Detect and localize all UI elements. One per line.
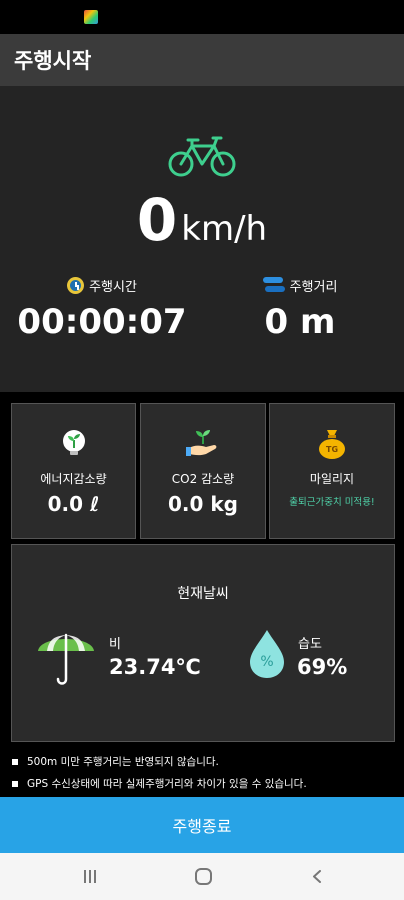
water-drop-icon: % xyxy=(250,630,284,678)
bullet-icon xyxy=(12,780,18,787)
co2-reduction-value: 0.0 kg xyxy=(167,492,238,516)
speed-unit: km/h xyxy=(181,209,268,249)
notice-text: GPS 수신상태에 따라 실제주행거리와 차이가 있을 수 있습니다. xyxy=(27,778,307,790)
end-ride-label: 주행종료 xyxy=(172,817,232,836)
riding-time-value: 00:00:07 xyxy=(17,302,187,342)
riding-time-label: 주행시간 xyxy=(89,279,137,295)
riding-dashboard: 0 km/h 주행시간 00:00:07 주행거리 0 m xyxy=(0,86,404,392)
bullet-icon xyxy=(12,758,18,765)
riding-time: 주행시간 00:00:07 xyxy=(2,274,202,342)
home-icon[interactable] xyxy=(195,868,212,885)
svg-text:%: % xyxy=(260,654,273,670)
back-icon[interactable] xyxy=(312,870,322,883)
weather-title: 현재날씨 xyxy=(177,586,229,602)
weather-condition-label: 비 xyxy=(109,637,121,652)
humidity-label: 습도 xyxy=(298,637,322,652)
distance-icon xyxy=(262,277,285,293)
riding-distance-label: 주행거리 xyxy=(289,279,338,295)
co2-reduction-label: CO2 감소량 xyxy=(171,472,235,486)
app-notification-icon xyxy=(84,10,98,24)
umbrella-icon xyxy=(38,633,94,685)
riding-distance-value: 0 m xyxy=(264,302,336,342)
page-title: 주행시작 xyxy=(14,49,92,73)
weather-panel: 현재날씨 비 23.74℃ % 습도 69% xyxy=(11,544,395,742)
mileage-note: 출퇴근가중치 미적용! xyxy=(289,497,375,508)
notice-text: 500m 미만 주행거리는 반영되지 않습니다. xyxy=(27,756,219,768)
notice-list: 500m 미만 주행거리는 반영되지 않습니다. GPS 수신상태에 따라 실제… xyxy=(0,742,404,798)
lightbulb-plant-icon xyxy=(62,430,85,455)
list-item: 500m 미만 주행거리는 반영되지 않습니다. xyxy=(12,754,219,769)
co2-reduction-card: CO2 감소량 0.0 kg xyxy=(140,403,266,539)
app-bar: 주행시작 xyxy=(0,34,404,86)
energy-reduction-label: 에너지감소량 xyxy=(40,472,107,486)
riding-distance: 주행거리 0 m xyxy=(200,274,400,342)
recent-apps-icon[interactable] xyxy=(84,870,98,883)
svg-text:TG: TG xyxy=(326,445,338,454)
mileage-label: 마일리지 xyxy=(309,472,355,486)
temperature-value: 23.74℃ xyxy=(109,655,201,679)
clock-icon xyxy=(67,276,85,294)
speed-value: 0 xyxy=(136,186,178,254)
money-bag-icon: TG xyxy=(319,430,345,459)
energy-reduction-card: 에너지감소량 0.0 ℓ xyxy=(11,403,136,539)
end-ride-button[interactable]: 주행종료 xyxy=(0,797,404,853)
energy-reduction-value: 0.0 ℓ xyxy=(47,492,100,516)
bicycle-icon xyxy=(168,136,236,177)
system-nav-bar xyxy=(0,853,404,900)
list-item: GPS 수신상태에 따라 실제주행거리와 차이가 있을 수 있습니다. xyxy=(12,776,307,791)
mileage-card: TG 마일리지 출퇴근가중치 미적용! xyxy=(269,403,395,539)
status-bar xyxy=(0,0,404,34)
speed-display: 0 km/h xyxy=(0,186,404,254)
humidity-value: 69% xyxy=(297,655,348,679)
hand-sprout-icon xyxy=(186,430,217,456)
